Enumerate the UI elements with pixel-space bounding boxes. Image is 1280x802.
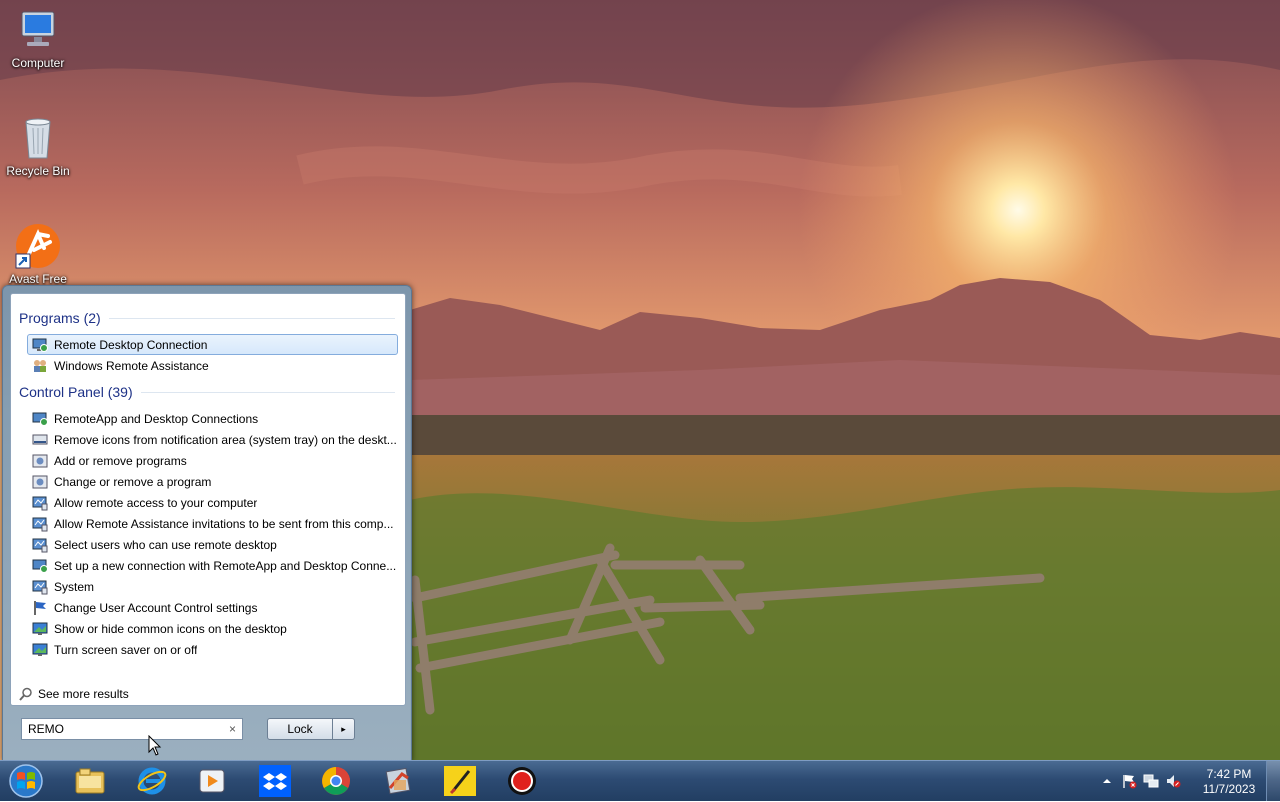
remoteapp-icon	[32, 559, 48, 573]
avast-icon	[14, 222, 62, 270]
media-player-icon	[199, 769, 225, 793]
desktop-icon-label: Computer	[11, 56, 65, 70]
taskbar-sticky[interactable]	[432, 764, 488, 798]
taskbar-recorder[interactable]	[494, 764, 550, 798]
result-remote-desktop-connection[interactable]: Remote Desktop Connection	[27, 334, 398, 355]
result-allow-remote-access[interactable]: Allow remote access to your computer	[27, 492, 398, 513]
clock-time: 7:42 PM	[1206, 767, 1252, 781]
clock-date: 11/7/2023	[1202, 782, 1256, 796]
system-icon	[32, 496, 48, 510]
result-add-remove-programs[interactable]: Add or remove programs	[27, 450, 398, 471]
result-change-remove-program[interactable]: Change or remove a program	[27, 471, 398, 492]
start-orb-icon[interactable]	[4, 763, 48, 799]
programs-icon	[32, 475, 48, 488]
group-header-control-panel: Control Panel (39)	[19, 384, 395, 400]
taskbar-dropbox[interactable]	[247, 764, 303, 798]
network-icon[interactable]	[1143, 773, 1159, 789]
yellow-app-icon	[444, 766, 476, 796]
desktop-icon-avast[interactable]: Avast Free	[0, 222, 76, 286]
remote-desktop-icon	[32, 338, 48, 352]
chrome-icon	[322, 767, 350, 795]
start-menu: Programs (2) Remote Desktop Connection W…	[2, 285, 412, 762]
taskbar-explorer[interactable]	[62, 764, 118, 798]
magnifier-icon	[19, 687, 32, 701]
power-options-arrow-icon[interactable]: ▸	[333, 718, 355, 740]
computer-icon	[14, 6, 62, 54]
dropbox-icon	[259, 765, 291, 797]
see-more-results-link[interactable]: See more results	[19, 687, 129, 701]
start-search-box[interactable]: ×	[21, 718, 243, 740]
result-allow-remote-assistance[interactable]: Allow Remote Assistance invitations to b…	[27, 513, 398, 534]
result-setup-remoteapp-connection[interactable]: Set up a new connection with RemoteApp a…	[27, 555, 398, 576]
search-results-pane: Programs (2) Remote Desktop Connection W…	[10, 293, 406, 706]
action-center-flag-icon[interactable]	[1121, 773, 1137, 789]
lock-button[interactable]: Lock	[267, 718, 333, 740]
result-remoteapp-connections[interactable]: RemoteApp and Desktop Connections	[27, 408, 398, 429]
mouse-cursor-icon	[148, 735, 162, 756]
result-select-remote-users[interactable]: Select users who can use remote desktop	[27, 534, 398, 555]
notification-area-icon	[32, 434, 48, 444]
desktop-icon-label: Recycle Bin	[6, 164, 70, 178]
display-icon	[32, 622, 48, 635]
app-icon	[385, 767, 411, 795]
remoteapp-icon	[32, 412, 48, 426]
uac-flag-icon	[34, 600, 46, 615]
taskbar-app[interactable]	[370, 764, 426, 798]
result-screen-saver[interactable]: Turn screen saver on or off	[27, 639, 398, 660]
recycle-bin-icon	[14, 114, 62, 162]
folder-icon	[75, 768, 105, 794]
ie-icon	[137, 767, 167, 795]
desktop-icon-recycle-bin[interactable]: Recycle Bin	[0, 114, 76, 178]
programs-icon	[32, 454, 48, 467]
search-input[interactable]	[28, 722, 218, 736]
result-windows-remote-assistance[interactable]: Windows Remote Assistance	[27, 355, 398, 376]
result-remove-notification-icons[interactable]: Remove icons from notification area (sys…	[27, 429, 398, 450]
result-uac-settings[interactable]: Change User Account Control settings	[27, 597, 398, 618]
result-desktop-icons[interactable]: Show or hide common icons on the desktop	[27, 618, 398, 639]
taskbar-internet-explorer[interactable]	[124, 764, 180, 798]
system-icon	[32, 580, 48, 594]
desktop-icon-label: Avast Free	[9, 272, 67, 286]
record-icon	[508, 767, 536, 795]
show-hidden-icon[interactable]	[1099, 773, 1115, 789]
clear-search-icon[interactable]: ×	[229, 722, 236, 736]
system-tray	[1096, 761, 1184, 801]
result-system[interactable]: System	[27, 576, 398, 597]
display-icon	[32, 643, 48, 656]
desktop-icon-computer[interactable]: Computer	[0, 6, 76, 70]
remote-assistance-icon	[34, 359, 46, 372]
volume-muted-icon[interactable]	[1165, 773, 1181, 789]
taskbar: 7:42 PM 11/7/2023	[0, 760, 1280, 801]
taskbar-media-player[interactable]	[184, 764, 240, 798]
system-icon	[32, 538, 48, 552]
show-desktop-button[interactable]	[1266, 761, 1280, 801]
system-icon	[32, 517, 48, 531]
taskbar-chrome[interactable]	[308, 764, 364, 798]
taskbar-clock[interactable]: 7:42 PM 11/7/2023	[1196, 767, 1262, 797]
group-header-programs: Programs (2)	[19, 310, 395, 326]
power-button-group: Lock ▸	[267, 718, 355, 740]
